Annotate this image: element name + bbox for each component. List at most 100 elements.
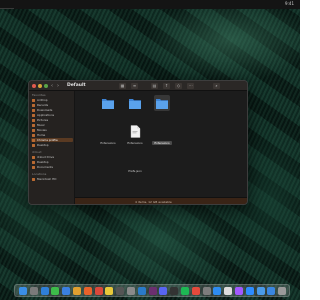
zoom-icon[interactable] — [245, 287, 254, 295]
sidebar-item[interactable]: Movies — [31, 128, 73, 132]
apple-menu[interactable] — [0, 0, 14, 9]
chrome-icon[interactable] — [94, 287, 103, 295]
sidebar-item[interactable]: Desktop — [31, 143, 73, 147]
folder-icon — [32, 138, 35, 142]
slack-icon[interactable] — [148, 287, 157, 295]
sidebar-item-label: Applications — [37, 113, 55, 117]
spotify-icon[interactable] — [181, 287, 189, 295]
group-icon[interactable]: ▤ — [151, 83, 158, 89]
sidebar: Favorites AirDrop Recents Downloads Applicat… — [29, 91, 75, 204]
share-icon[interactable]: ↑ — [163, 83, 170, 89]
disk-icon — [32, 177, 35, 181]
zoom-button[interactable] — [44, 84, 48, 88]
sidebar-item-label: Desktop — [37, 160, 49, 164]
finder-window: ‹ › Default ▦ ≡ ▤ ↑ ◇ ⋯ ⌕ Favorites AirDrop Rece… — [28, 80, 248, 205]
vscode-icon[interactable] — [137, 287, 146, 295]
sidebar-item-label: Movies — [37, 128, 47, 132]
sidebar-item[interactable]: Chrome profile — [31, 138, 73, 142]
music-icon — [32, 123, 35, 127]
file-name-label: Extensions — [100, 141, 116, 145]
sidebar-item[interactable]: Desktop — [31, 160, 73, 164]
messages-icon[interactable] — [51, 287, 60, 295]
terminal-icon[interactable] — [170, 287, 179, 295]
notes-icon[interactable] — [105, 287, 114, 295]
calendar-icon[interactable] — [191, 287, 200, 295]
folder-item[interactable]: Extensions — [147, 95, 177, 148]
sidebar-item-label: AirDrop — [37, 98, 48, 102]
sidebar-section-title: Locations — [32, 172, 47, 176]
app-store-icon[interactable] — [213, 287, 222, 295]
sidebar-section-title: iCloud — [32, 150, 42, 154]
sidebar-item[interactable]: Downloads — [31, 108, 73, 112]
view-grid-icon[interactable]: ▦ — [119, 83, 126, 89]
desktop-icon — [32, 143, 35, 147]
file-name-label: Extensions — [152, 141, 172, 145]
discord-icon[interactable] — [159, 287, 168, 295]
back-button[interactable]: ‹ — [51, 83, 53, 89]
folder-icon — [102, 99, 114, 109]
sidebar-item-label: iCloud Drive — [37, 155, 55, 159]
file-item[interactable]: Prefs.json — [120, 125, 150, 176]
sidebar-item[interactable]: Documents — [31, 165, 73, 169]
minimize-button[interactable] — [38, 84, 42, 88]
figma-icon[interactable] — [235, 287, 243, 295]
forward-button[interactable]: › — [57, 83, 59, 89]
home-icon — [32, 133, 35, 137]
status-text: 4 items, 12 GB available — [135, 200, 172, 204]
photos-icon[interactable] — [73, 287, 81, 295]
notion-icon[interactable] — [224, 287, 233, 295]
sidebar-item[interactable]: Pictures — [31, 118, 73, 122]
icloud-icon — [32, 155, 35, 159]
window-title: Default — [67, 83, 86, 88]
close-button[interactable] — [32, 84, 36, 88]
dock — [14, 284, 290, 297]
search-icon[interactable]: ⌕ — [213, 83, 220, 89]
pictures-icon — [32, 118, 35, 122]
downloads-icon — [32, 108, 35, 112]
preferences-icon[interactable] — [202, 287, 211, 295]
sidebar-item-label: Desktop — [37, 143, 49, 147]
sidebar-item-label: Home — [37, 133, 46, 137]
sidebar-section-title: Favorites — [32, 93, 46, 97]
mail-icon[interactable] — [62, 287, 71, 295]
view-list-icon[interactable]: ≡ — [131, 83, 138, 89]
movies-icon — [32, 128, 35, 132]
trash-icon[interactable] — [278, 287, 287, 295]
sidebar-item[interactable]: Macintosh HD — [31, 177, 73, 181]
firefox-icon[interactable] — [83, 287, 92, 295]
documents-icon — [32, 165, 35, 169]
desktop-icon — [32, 160, 35, 164]
sidebar-item[interactable]: Home — [31, 133, 73, 137]
tools-icon[interactable] — [127, 287, 135, 295]
folder-icon[interactable] — [256, 287, 265, 295]
applications-icon — [32, 113, 35, 117]
menu-bar: 9:41 — [0, 0, 300, 9]
sidebar-item-label: Downloads — [37, 108, 53, 112]
launchpad-icon[interactable] — [29, 287, 38, 295]
downloads-icon[interactable] — [267, 287, 276, 295]
sidebar-item[interactable]: Applications — [31, 113, 73, 117]
safari-icon[interactable] — [40, 287, 49, 295]
folder-item[interactable]: Extensions — [93, 97, 123, 148]
tag-icon[interactable]: ◇ — [175, 83, 182, 89]
file-name-label: Prefs.json — [128, 169, 142, 173]
file-browser-content: Extensions Extensions Extensions Prefs.json — [75, 91, 247, 197]
status-bar: 4 items, 12 GB available — [75, 197, 247, 204]
sidebar-item-label: Pictures — [37, 118, 49, 122]
more-icon[interactable]: ⋯ — [187, 83, 194, 89]
reminders-icon[interactable] — [116, 287, 125, 295]
recents-icon — [32, 103, 35, 107]
finder-icon[interactable] — [19, 287, 27, 295]
sidebar-item-label: Macintosh HD — [37, 177, 57, 181]
folder-icon — [156, 99, 168, 109]
sidebar-item[interactable]: iCloud Drive — [31, 155, 73, 159]
sidebar-item-label: Music — [37, 123, 45, 127]
sidebar-item-label: Chrome profile — [37, 138, 58, 142]
sidebar-item[interactable]: Recents — [31, 103, 73, 107]
document-icon — [130, 125, 141, 138]
sidebar-item[interactable]: AirDrop — [31, 98, 73, 102]
window-controls — [32, 84, 48, 88]
menu-bar-clock[interactable]: 9:41 — [285, 1, 294, 6]
sidebar-item-label: Documents — [37, 165, 53, 169]
sidebar-item[interactable]: Music — [31, 123, 73, 127]
